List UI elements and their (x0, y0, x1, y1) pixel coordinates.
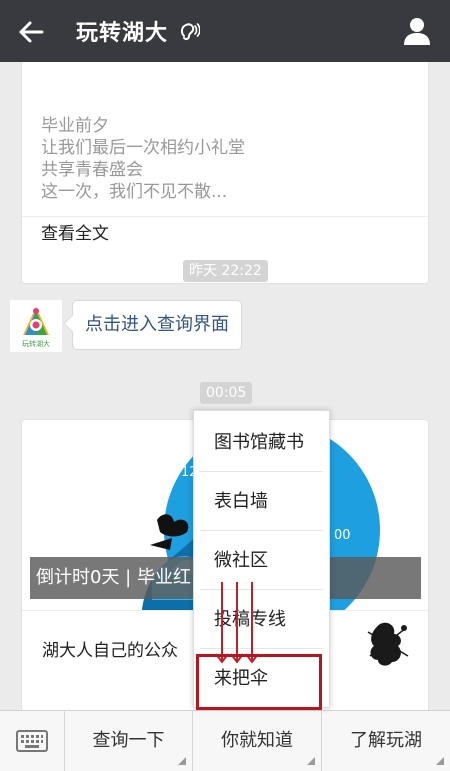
article-excerpt: 毕业前夕 让我们最后一次相约小礼堂 共享青春盛会 这一次，我们不见不散... (41, 115, 245, 203)
page-title-text: 玩转湖大 (76, 21, 169, 46)
excerpt-line: 让我们最后一次相约小礼堂 (41, 138, 245, 158)
corner-triangle-icon (178, 757, 186, 765)
avatar-caption: 玩转湖大 (22, 339, 50, 348)
corner-triangle-icon (307, 757, 315, 765)
keyboard-toggle-button[interactable] (0, 711, 65, 771)
menu-item-library[interactable]: 图书馆藏书 (194, 413, 329, 472)
top-bar: 玩转湖大 (0, 0, 450, 62)
article-thumbnail (360, 616, 416, 672)
divider (22, 216, 428, 217)
menu-item-label: 图书馆藏书 (214, 432, 304, 453)
menu-button-you-know[interactable]: 你就知道 (193, 711, 322, 771)
excerpt-line: 毕业前夕 (41, 116, 109, 136)
cover-number: 00 (334, 528, 351, 543)
menu-item-label: 表白墙 (214, 491, 268, 512)
excerpt-line: 这一次，我们不见不散... (41, 182, 228, 202)
menu-button-label: 了解玩湖 (350, 730, 422, 751)
message-bubble[interactable]: 点击进入查询界面 (72, 300, 242, 350)
read-more-link[interactable]: 查看全文 (41, 223, 109, 245)
timestamp: 00:05 (200, 382, 253, 404)
excerpt-line: 共享青春盛会 (41, 160, 143, 180)
avatar[interactable]: 玩转湖大 (10, 300, 62, 352)
corner-triangle-icon (436, 757, 444, 765)
timestamp: 昨天 22:22 (183, 260, 268, 282)
menu-button-query[interactable]: 查询一下 (65, 711, 193, 771)
keyboard-icon (16, 730, 48, 752)
page-title: 玩转湖大 (76, 0, 201, 62)
listen-mode-icon[interactable] (178, 20, 201, 42)
back-arrow-icon[interactable] (14, 15, 48, 49)
logo-icon (23, 306, 49, 335)
menu-button-about[interactable]: 了解玩湖 (322, 711, 450, 771)
article-subtitle: 湖大人自己的公众 (42, 641, 178, 661)
menu-item-label: 微社区 (214, 550, 268, 571)
highlight-box (196, 654, 322, 710)
menu-button-label: 查询一下 (92, 730, 165, 751)
menu-button-label: 你就知道 (221, 730, 293, 751)
profile-icon[interactable] (402, 16, 432, 46)
bottom-menu-bar: 查询一下 你就知道 了解玩湖 (0, 710, 450, 771)
article-card[interactable]: 毕业前夕 让我们最后一次相约小礼堂 共享青春盛会 这一次，我们不见不散... 查… (21, 62, 429, 284)
menu-item-confession-wall[interactable]: 表白墙 (194, 472, 329, 531)
